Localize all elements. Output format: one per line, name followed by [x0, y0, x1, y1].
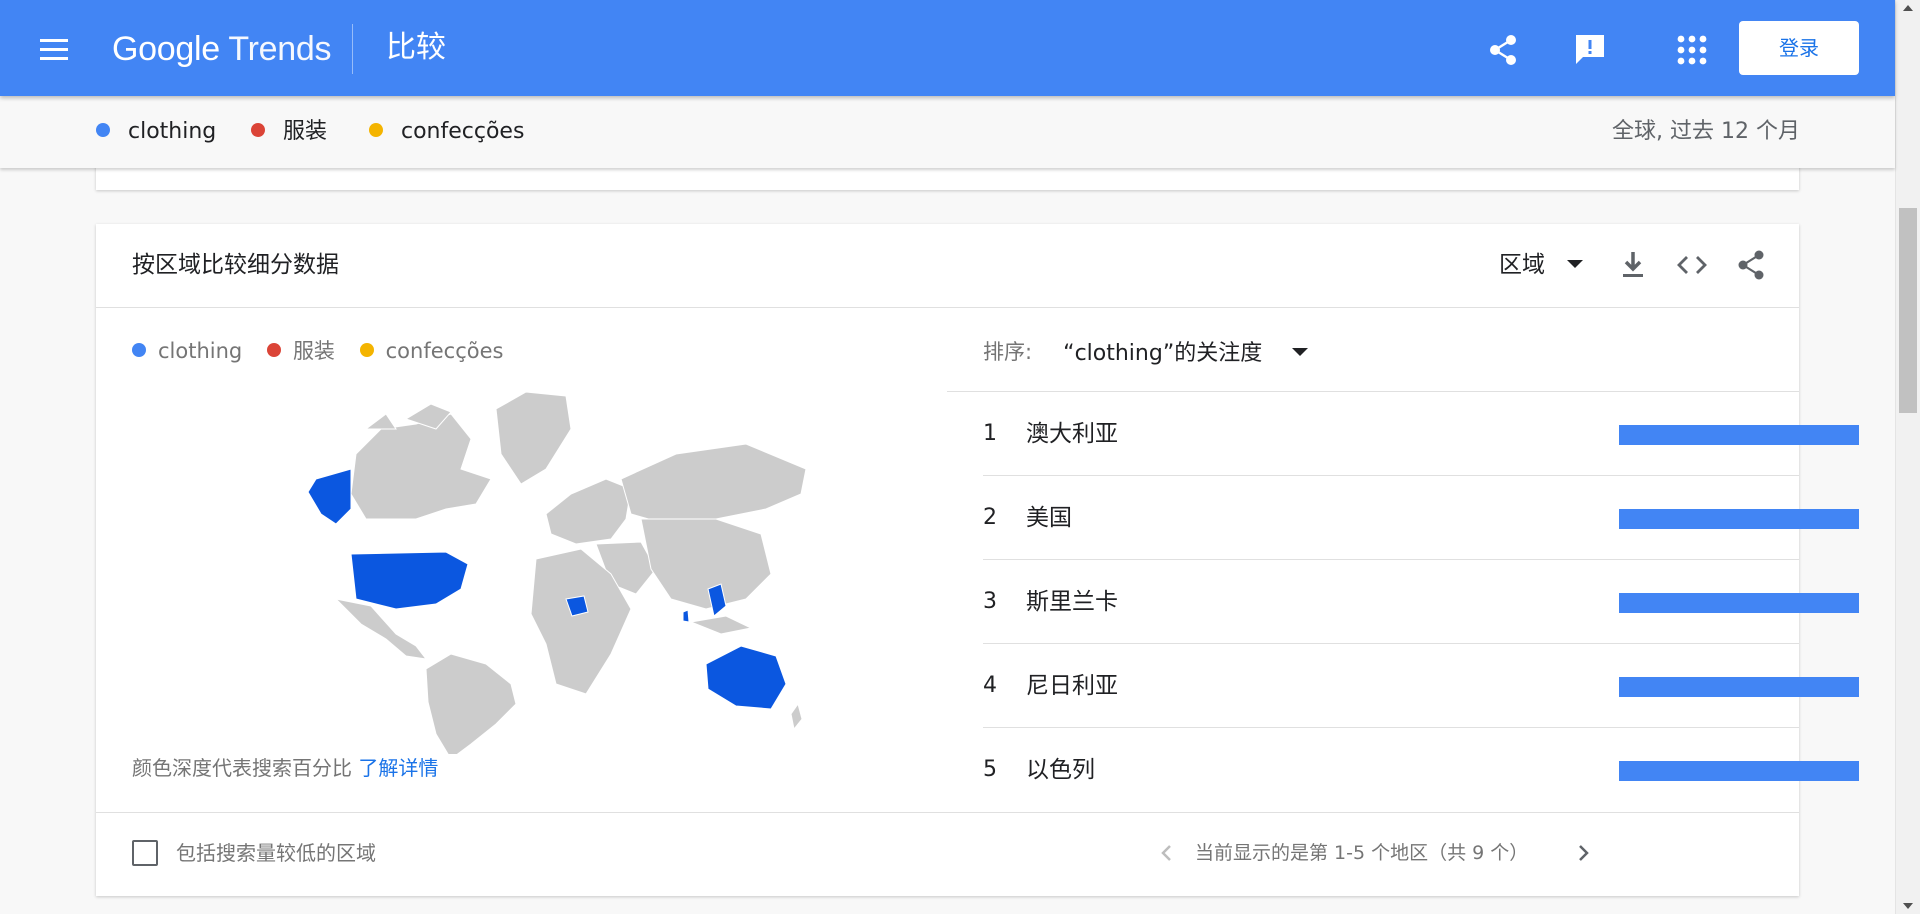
interest-bar [1619, 593, 1859, 613]
map-region-russia[interactable] [620, 443, 806, 525]
resolution-dropdown[interactable]: 区域 [1499, 247, 1583, 283]
rank-number: 4 [983, 673, 997, 698]
card-title: 按区域比较细分数据 [132, 252, 339, 278]
app-header: Google Trends 比较 登录 [0, 0, 1895, 96]
map-region-south-america[interactable] [425, 653, 517, 754]
page-title: 比较 [386, 30, 446, 65]
term-color-dot [369, 123, 383, 137]
interest-bar [1619, 509, 1859, 529]
card-header-divider [96, 307, 1799, 308]
map-region-sri-lanka[interactable] [682, 609, 690, 623]
caret-down-icon [1292, 348, 1309, 356]
map-legend: clothing 服装 confecções [132, 337, 521, 365]
map-region-canada[interactable] [350, 413, 492, 520]
download-icon[interactable] [1615, 247, 1651, 283]
login-button[interactable]: 登录 [1739, 21, 1859, 75]
scroll-up-arrow-icon[interactable] [1903, 5, 1913, 11]
sort-row: 排序: “clothing”的关注度 [983, 335, 1309, 371]
ranking-row[interactable]: 4 尼日利亚 [983, 644, 1859, 728]
map-region-alaska[interactable] [307, 468, 352, 525]
rank-number: 5 [983, 757, 997, 782]
legend-label: clothing [158, 339, 243, 363]
share-icon[interactable] [1733, 247, 1769, 283]
region-name: 尼日利亚 [1026, 673, 1118, 699]
region-name: 澳大利亚 [1026, 421, 1118, 447]
scroll-down-arrow-icon[interactable] [1903, 903, 1913, 909]
sort-label: 排序: [983, 340, 1033, 364]
legend-item-confeccoes: confecções [359, 337, 504, 365]
legend-label: confecções [385, 339, 504, 363]
chevron-right-icon[interactable] [1568, 838, 1598, 868]
ranking-row[interactable]: 2 美国 [983, 476, 1859, 560]
caret-down-icon [1567, 260, 1583, 268]
legend-label: 服装 [292, 339, 335, 363]
term-color-dot [251, 123, 265, 137]
chevron-left-icon[interactable] [1152, 838, 1182, 868]
sort-value: “clothing”的关注度 [1063, 341, 1263, 366]
interest-bar-track [1619, 593, 1859, 613]
term-label: clothing [128, 119, 217, 144]
share-icon[interactable] [1483, 30, 1523, 70]
ranking-row[interactable]: 1 澳大利亚 [983, 392, 1859, 476]
card-footer-divider [96, 812, 1799, 813]
interest-bar [1619, 677, 1859, 697]
google-trends-logo[interactable]: Google Trends [112, 27, 331, 71]
learn-more-link[interactable]: 了解详情 [358, 756, 438, 780]
term-color-dot [96, 123, 110, 137]
compare-terms-bar: clothing 服装 confecções 全球, 过去 12 个月 [0, 96, 1895, 168]
interest-bar [1619, 425, 1859, 445]
compare-by-region-card: 按区域比较细分数据 区域 clothing 服装 confecções 颜色深度… [96, 224, 1859, 896]
header-divider [352, 24, 353, 74]
sort-dropdown[interactable]: “clothing”的关注度 [1063, 335, 1309, 367]
legend-color-dot [266, 343, 281, 357]
map-region-new-zealand[interactable] [790, 702, 803, 731]
feedback-icon[interactable] [1570, 30, 1610, 70]
rank-number: 2 [983, 505, 997, 530]
logo-trends: Trends [228, 30, 332, 68]
logo-google: Google [112, 30, 220, 68]
region-name: 以色列 [1026, 757, 1095, 783]
term-label: 服装 [283, 119, 328, 144]
term-confeccoes[interactable]: confecções [369, 118, 524, 146]
apps-icon[interactable] [1672, 30, 1712, 70]
term-clothing[interactable]: clothing [96, 118, 216, 146]
map-region-europe[interactable] [545, 478, 632, 545]
map-region-australia[interactable] [705, 645, 787, 710]
legend-color-dot [132, 343, 146, 357]
menu-icon[interactable] [34, 30, 74, 70]
world-map[interactable] [246, 384, 806, 754]
scroll-thumb[interactable] [1899, 208, 1917, 413]
page-scrollbar[interactable] [1895, 0, 1920, 914]
interest-bar-track [1619, 677, 1859, 697]
legend-item-clothing: clothing [132, 337, 242, 365]
interest-bar-track [1619, 509, 1859, 529]
include-low-volume-checkbox[interactable] [132, 840, 158, 866]
legend-item-fuzhuang: 服装 [266, 337, 335, 365]
location-time-meta[interactable]: 全球, 过去 12 个月 [1612, 118, 1800, 146]
embed-code-icon[interactable] [1674, 247, 1710, 283]
legend-color-dot [359, 343, 374, 357]
interest-bar [1619, 761, 1859, 781]
term-fuzhuang[interactable]: 服装 [251, 118, 327, 146]
region-name: 斯里兰卡 [1026, 589, 1118, 615]
rank-number: 3 [983, 589, 997, 614]
interest-bar-track [1619, 761, 1859, 781]
map-region-greenland[interactable] [495, 391, 572, 485]
map-note-text: 颜色深度代表搜索百分比 [132, 756, 352, 780]
ranking-row[interactable]: 5 以色列 [983, 728, 1859, 812]
map-region-mexico[interactable] [334, 598, 428, 660]
term-label: confecções [401, 119, 525, 144]
interest-bar-track [1619, 425, 1859, 445]
pagination-status: 当前显示的是第 1-5 个地区（共 9 个） [1195, 842, 1529, 864]
map-region-united-states[interactable] [350, 551, 469, 610]
ranking-row[interactable]: 3 斯里兰卡 [983, 560, 1859, 644]
map-color-note: 颜色深度代表搜索百分比 了解详情 [132, 754, 438, 782]
map-region-indonesia[interactable] [689, 615, 753, 635]
map-region-asia[interactable] [640, 518, 772, 610]
include-low-volume-label: 包括搜索量较低的区域 [176, 841, 376, 865]
region-name: 美国 [1026, 505, 1072, 531]
rank-number: 1 [983, 421, 997, 446]
resolution-label: 区域 [1499, 252, 1545, 278]
